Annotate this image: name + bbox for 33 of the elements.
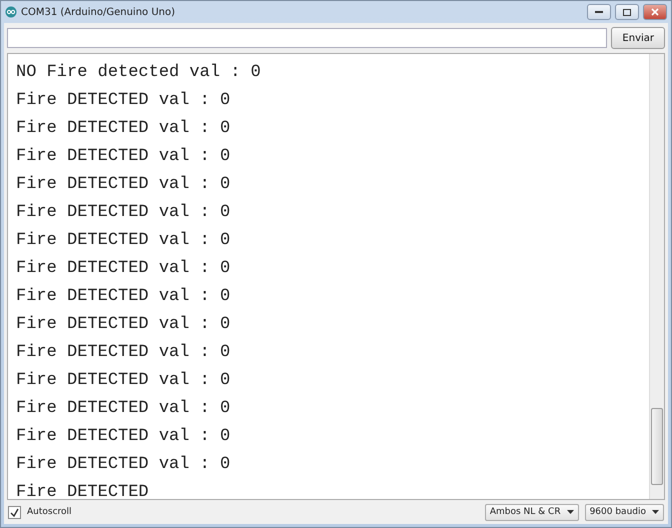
output-line: Fire DETECTED val : 0 (16, 174, 232, 196)
send-input-field[interactable] (7, 28, 608, 48)
output-line: Fire DETECTED val : 0 (16, 398, 232, 420)
autoscroll-label: Autoscroll (27, 507, 72, 517)
autoscroll-checkbox[interactable] (8, 506, 21, 518)
maximize-button[interactable] (615, 4, 639, 20)
scrollbar[interactable] (649, 54, 664, 499)
output-line: Fire DETECTED val : 0 (16, 454, 232, 476)
close-button[interactable] (643, 4, 667, 20)
line-ending-dropdown[interactable]: Ambos NL & CR (484, 504, 579, 520)
output-line: Fire DETECTED val : 0 (16, 426, 232, 448)
output-line: Fire DETECTED val : 0 (16, 230, 232, 252)
window-title: COM31 (Arduino/Genuino Uno) (21, 6, 176, 18)
output-line: Fire DETECTED val : 0 (16, 146, 232, 168)
minimize-icon (595, 10, 603, 14)
output-line: Fire DETECTED (16, 482, 150, 504)
caret-icon (566, 510, 574, 514)
maximize-icon (623, 8, 631, 16)
output-line: Fire DETECTED val : 0 (16, 90, 232, 112)
output-line: NO Fire detected val : 0 (16, 62, 262, 84)
output-line: Fire DETECTED val : 0 (16, 342, 232, 364)
output-line: Fire DETECTED val : 0 (16, 370, 232, 392)
app-icon (5, 6, 17, 18)
output-line: Fire DETECTED val : 0 (16, 118, 232, 140)
send-button[interactable]: Enviar (611, 27, 665, 49)
caret-icon (652, 510, 659, 514)
output-line: Fire DETECTED val : 0 (16, 258, 232, 280)
minimize-button[interactable] (587, 4, 611, 20)
baud-rate-dropdown[interactable]: 9600 baudio (584, 504, 664, 520)
output-line: Fire DETECTED val : 0 (16, 286, 232, 308)
output-line: Fire DETECTED val : 0 (16, 314, 232, 336)
output-line: Fire DETECTED val : 0 (16, 202, 232, 224)
close-icon (651, 8, 659, 16)
